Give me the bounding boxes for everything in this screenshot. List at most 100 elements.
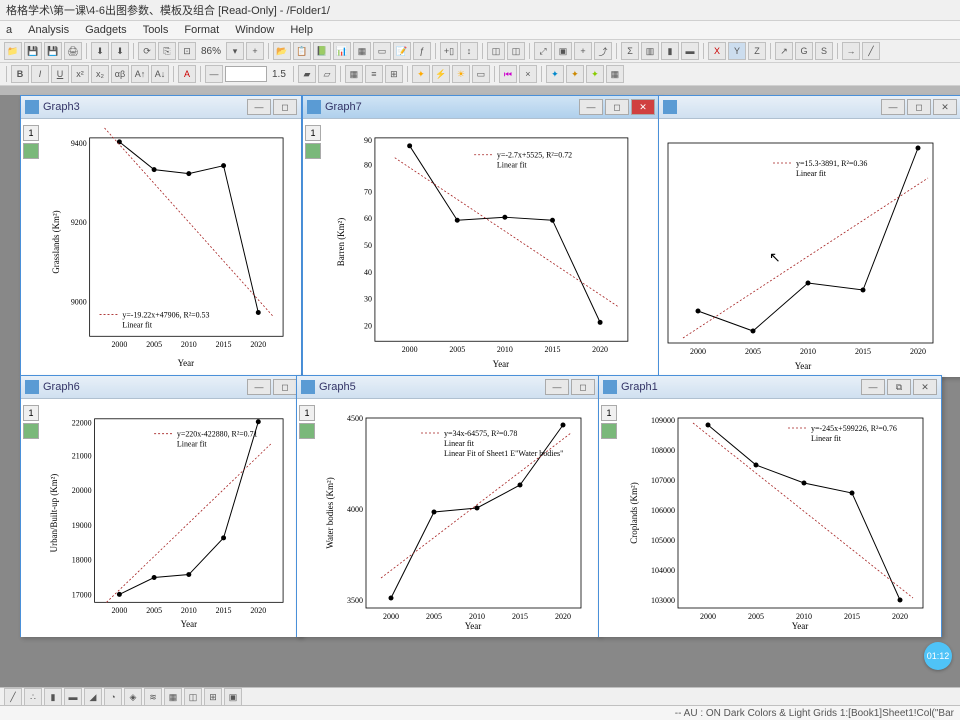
x-icon[interactable]: X xyxy=(708,42,726,60)
stats-icon[interactable]: Σ xyxy=(621,42,639,60)
print-icon[interactable]: 🖨 xyxy=(64,42,82,60)
frame-icon[interactable]: ▭ xyxy=(472,65,490,83)
pie-plot-icon[interactable]: ◔ xyxy=(104,688,122,706)
add-plot-icon[interactable]: + xyxy=(574,42,592,60)
graph6-window[interactable]: Graph6—◻ 1 Urban/Built-up (Km²) Year 170… xyxy=(20,375,302,637)
open-icon[interactable]: 📁 xyxy=(4,42,22,60)
menu-window[interactable]: Window xyxy=(233,23,276,37)
minimize-icon[interactable]: — xyxy=(247,379,271,395)
line-style-icon[interactable]: — xyxy=(205,65,223,83)
italic-icon[interactable]: I xyxy=(31,65,49,83)
font-dec-icon[interactable]: A↓ xyxy=(151,65,169,83)
layer-icon[interactable]: ▣ xyxy=(554,42,572,60)
z-icon[interactable]: Z xyxy=(748,42,766,60)
bar-plot-icon[interactable]: ▮ xyxy=(44,688,62,706)
mask2-icon[interactable]: ◫ xyxy=(507,42,525,60)
close-icon[interactable]: ✕ xyxy=(933,99,957,115)
new-folder-icon[interactable]: 📂 xyxy=(273,42,291,60)
lock-icon[interactable] xyxy=(305,143,321,159)
refresh-icon[interactable]: ⟳ xyxy=(138,42,156,60)
maximize-icon[interactable]: ◻ xyxy=(571,379,595,395)
maximize-icon[interactable]: ◻ xyxy=(273,99,297,115)
new-book-icon[interactable]: 📋 xyxy=(293,42,311,60)
alpha-icon[interactable]: αβ xyxy=(111,65,129,83)
import2-icon[interactable]: ⬇ xyxy=(111,42,129,60)
layer-tab-1[interactable]: 1 xyxy=(601,405,617,421)
bold-icon[interactable]: B xyxy=(11,65,29,83)
new-func-icon[interactable]: ƒ xyxy=(413,42,431,60)
tool-icon[interactable]: + xyxy=(246,42,264,60)
y-icon[interactable]: Y xyxy=(728,42,746,60)
minimize-icon[interactable]: — xyxy=(545,379,569,395)
zoom-value[interactable]: 86% xyxy=(198,46,224,57)
scatter-plot-icon[interactable]: ∴ xyxy=(24,688,42,706)
graph7-window[interactable]: Graph7—◻✕ 1 Barren (Km²) Year 2030405060… xyxy=(302,95,660,375)
graph5-window[interactable]: Graph5—◻ 1 Water bodies (Km²) Year 35004… xyxy=(296,375,600,637)
lock-icon[interactable] xyxy=(23,423,39,439)
surface-icon[interactable]: ▦ xyxy=(164,688,182,706)
graph3-window[interactable]: Graph3—◻ 1 Grasslands (Km²) Year 9000 92… xyxy=(20,95,302,375)
bar-icon[interactable]: ▮ xyxy=(661,42,679,60)
align-icon[interactable]: ≡ xyxy=(365,65,383,83)
menu-help[interactable]: Help xyxy=(288,23,315,37)
box-plot-icon[interactable]: ⊞ xyxy=(204,688,222,706)
line-width[interactable]: 1.5 xyxy=(269,69,289,80)
border-icon[interactable]: ▱ xyxy=(318,65,336,83)
underline-icon[interactable]: U xyxy=(51,65,69,83)
mask-icon[interactable]: ◫ xyxy=(487,42,505,60)
extract-icon[interactable]: ⤴ xyxy=(594,42,612,60)
close-icon[interactable]: ✕ xyxy=(631,99,655,115)
graph5-plot[interactable]: Water bodies (Km²) Year 350040004500 200… xyxy=(321,403,591,633)
zoom-dropdown-icon[interactable]: ▾ xyxy=(226,42,244,60)
spark3-icon[interactable]: ✦ xyxy=(586,65,604,83)
line-plot-icon[interactable]: ╱ xyxy=(4,688,22,706)
save-icon[interactable]: 💾 xyxy=(24,42,42,60)
menu-analysis[interactable]: Analysis xyxy=(26,23,71,37)
lock-icon[interactable] xyxy=(299,423,315,439)
grid-icon[interactable]: ▦ xyxy=(345,65,363,83)
zoom-fit-icon[interactable]: ⊡ xyxy=(178,42,196,60)
new-matrix-icon[interactable]: ▦ xyxy=(353,42,371,60)
contour-icon[interactable]: ≋ xyxy=(144,688,162,706)
sub-icon[interactable]: x₂ xyxy=(91,65,109,83)
col-icon[interactable]: ▥ xyxy=(641,42,659,60)
font-inc-icon[interactable]: A↑ xyxy=(131,65,149,83)
duplicate-icon[interactable]: ⎘ xyxy=(158,42,176,60)
spark4-icon[interactable]: ▦ xyxy=(606,65,624,83)
anti-alias-icon[interactable]: ✦ xyxy=(412,65,430,83)
col-plot-icon[interactable]: ▬ xyxy=(64,688,82,706)
minimize-icon[interactable]: — xyxy=(579,99,603,115)
menu-tools[interactable]: Tools xyxy=(141,23,171,37)
rescale-icon[interactable]: ⤢ xyxy=(534,42,552,60)
add-col-icon[interactable]: +▯ xyxy=(440,42,458,60)
menu-a[interactable]: a xyxy=(4,23,14,37)
layer-tab-1[interactable]: 1 xyxy=(23,125,39,141)
nav-first-icon[interactable]: ⏮ xyxy=(499,65,517,83)
sup-icon[interactable]: x² xyxy=(71,65,89,83)
graph-right-window[interactable]: —◻✕ Year 20002005201020152020 y=15.3-389… xyxy=(658,95,960,377)
menu-format[interactable]: Format xyxy=(182,23,221,37)
layer-tab-1[interactable]: 1 xyxy=(305,125,321,141)
new-layout-icon[interactable]: ▭ xyxy=(373,42,391,60)
new-notes-icon[interactable]: 📝 xyxy=(393,42,411,60)
graph6-plot[interactable]: Urban/Built-up (Km²) Year 17000180001900… xyxy=(45,403,293,633)
restore-icon[interactable]: ⧉ xyxy=(887,379,911,395)
lock-icon[interactable] xyxy=(23,143,39,159)
close-icon[interactable]: ✕ xyxy=(913,379,937,395)
menu-gadgets[interactable]: Gadgets xyxy=(83,23,129,37)
minimize-icon[interactable]: — xyxy=(881,99,905,115)
minimize-icon[interactable]: — xyxy=(861,379,885,395)
spark1-icon[interactable]: ✦ xyxy=(546,65,564,83)
layer-tab-1[interactable]: 1 xyxy=(23,405,39,421)
3d-plot-icon[interactable]: ◈ xyxy=(124,688,142,706)
stat-plot-icon[interactable]: ◫ xyxy=(184,688,202,706)
maximize-icon[interactable]: ◻ xyxy=(605,99,629,115)
hist-icon[interactable]: ▬ xyxy=(681,42,699,60)
new-excel-icon[interactable]: 📗 xyxy=(313,42,331,60)
spark2-icon[interactable]: ✦ xyxy=(566,65,584,83)
light-icon[interactable]: ☀ xyxy=(452,65,470,83)
new-graph-icon[interactable]: 📊 xyxy=(333,42,351,60)
fit-icon[interactable]: ↗ xyxy=(775,42,793,60)
g-icon[interactable]: G xyxy=(795,42,813,60)
minimize-icon[interactable]: — xyxy=(247,99,271,115)
